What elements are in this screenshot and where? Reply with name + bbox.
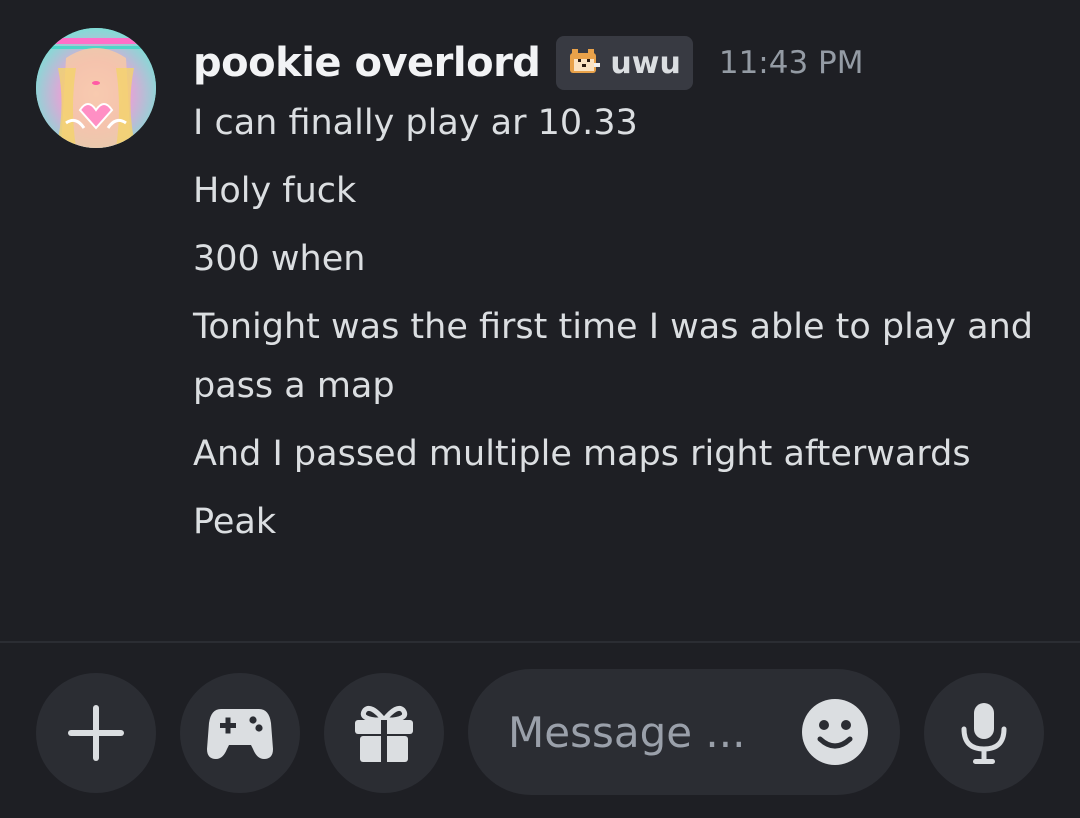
message-line[interactable]: 300 when bbox=[193, 230, 1063, 289]
shiba-dog-icon bbox=[570, 49, 601, 73]
gift-icon bbox=[355, 705, 413, 762]
message-line[interactable]: I can finally play ar 10.33 bbox=[193, 94, 1063, 153]
message-line[interactable]: Peak bbox=[193, 493, 1063, 552]
message-line[interactable]: Holy fuck bbox=[193, 162, 1063, 221]
gamepad-icon bbox=[207, 709, 273, 759]
voice-message-button[interactable] bbox=[924, 673, 1044, 793]
server-tag[interactable]: uwu bbox=[556, 36, 693, 90]
add-attachment-button[interactable] bbox=[36, 673, 156, 793]
timestamp: 11:43 PM bbox=[718, 45, 864, 81]
message-input-placeholder: Message ... bbox=[508, 707, 746, 757]
message-body: I can finally play ar 10.33 Holy fuck 30… bbox=[193, 94, 1063, 561]
message-line[interactable]: And I passed multiple maps right afterwa… bbox=[193, 425, 1063, 484]
chat-screen: pookie overlord uwu 11:43 PM I can final… bbox=[0, 0, 1080, 818]
emoji-icon[interactable] bbox=[802, 699, 868, 765]
avatar-image bbox=[36, 28, 156, 148]
message-input[interactable]: Message ... bbox=[468, 669, 900, 795]
username[interactable]: pookie overlord bbox=[193, 40, 541, 86]
message-line[interactable]: Tonight was the first time I was able to… bbox=[193, 298, 1063, 416]
composer-divider bbox=[0, 641, 1080, 643]
microphone-icon bbox=[961, 703, 1007, 764]
message-header: pookie overlord uwu 11:43 PM bbox=[193, 36, 864, 90]
server-tag-label: uwu bbox=[610, 45, 681, 81]
activities-button[interactable] bbox=[180, 673, 300, 793]
gift-button[interactable] bbox=[324, 673, 444, 793]
plus-icon bbox=[68, 705, 124, 761]
avatar[interactable] bbox=[36, 28, 156, 148]
